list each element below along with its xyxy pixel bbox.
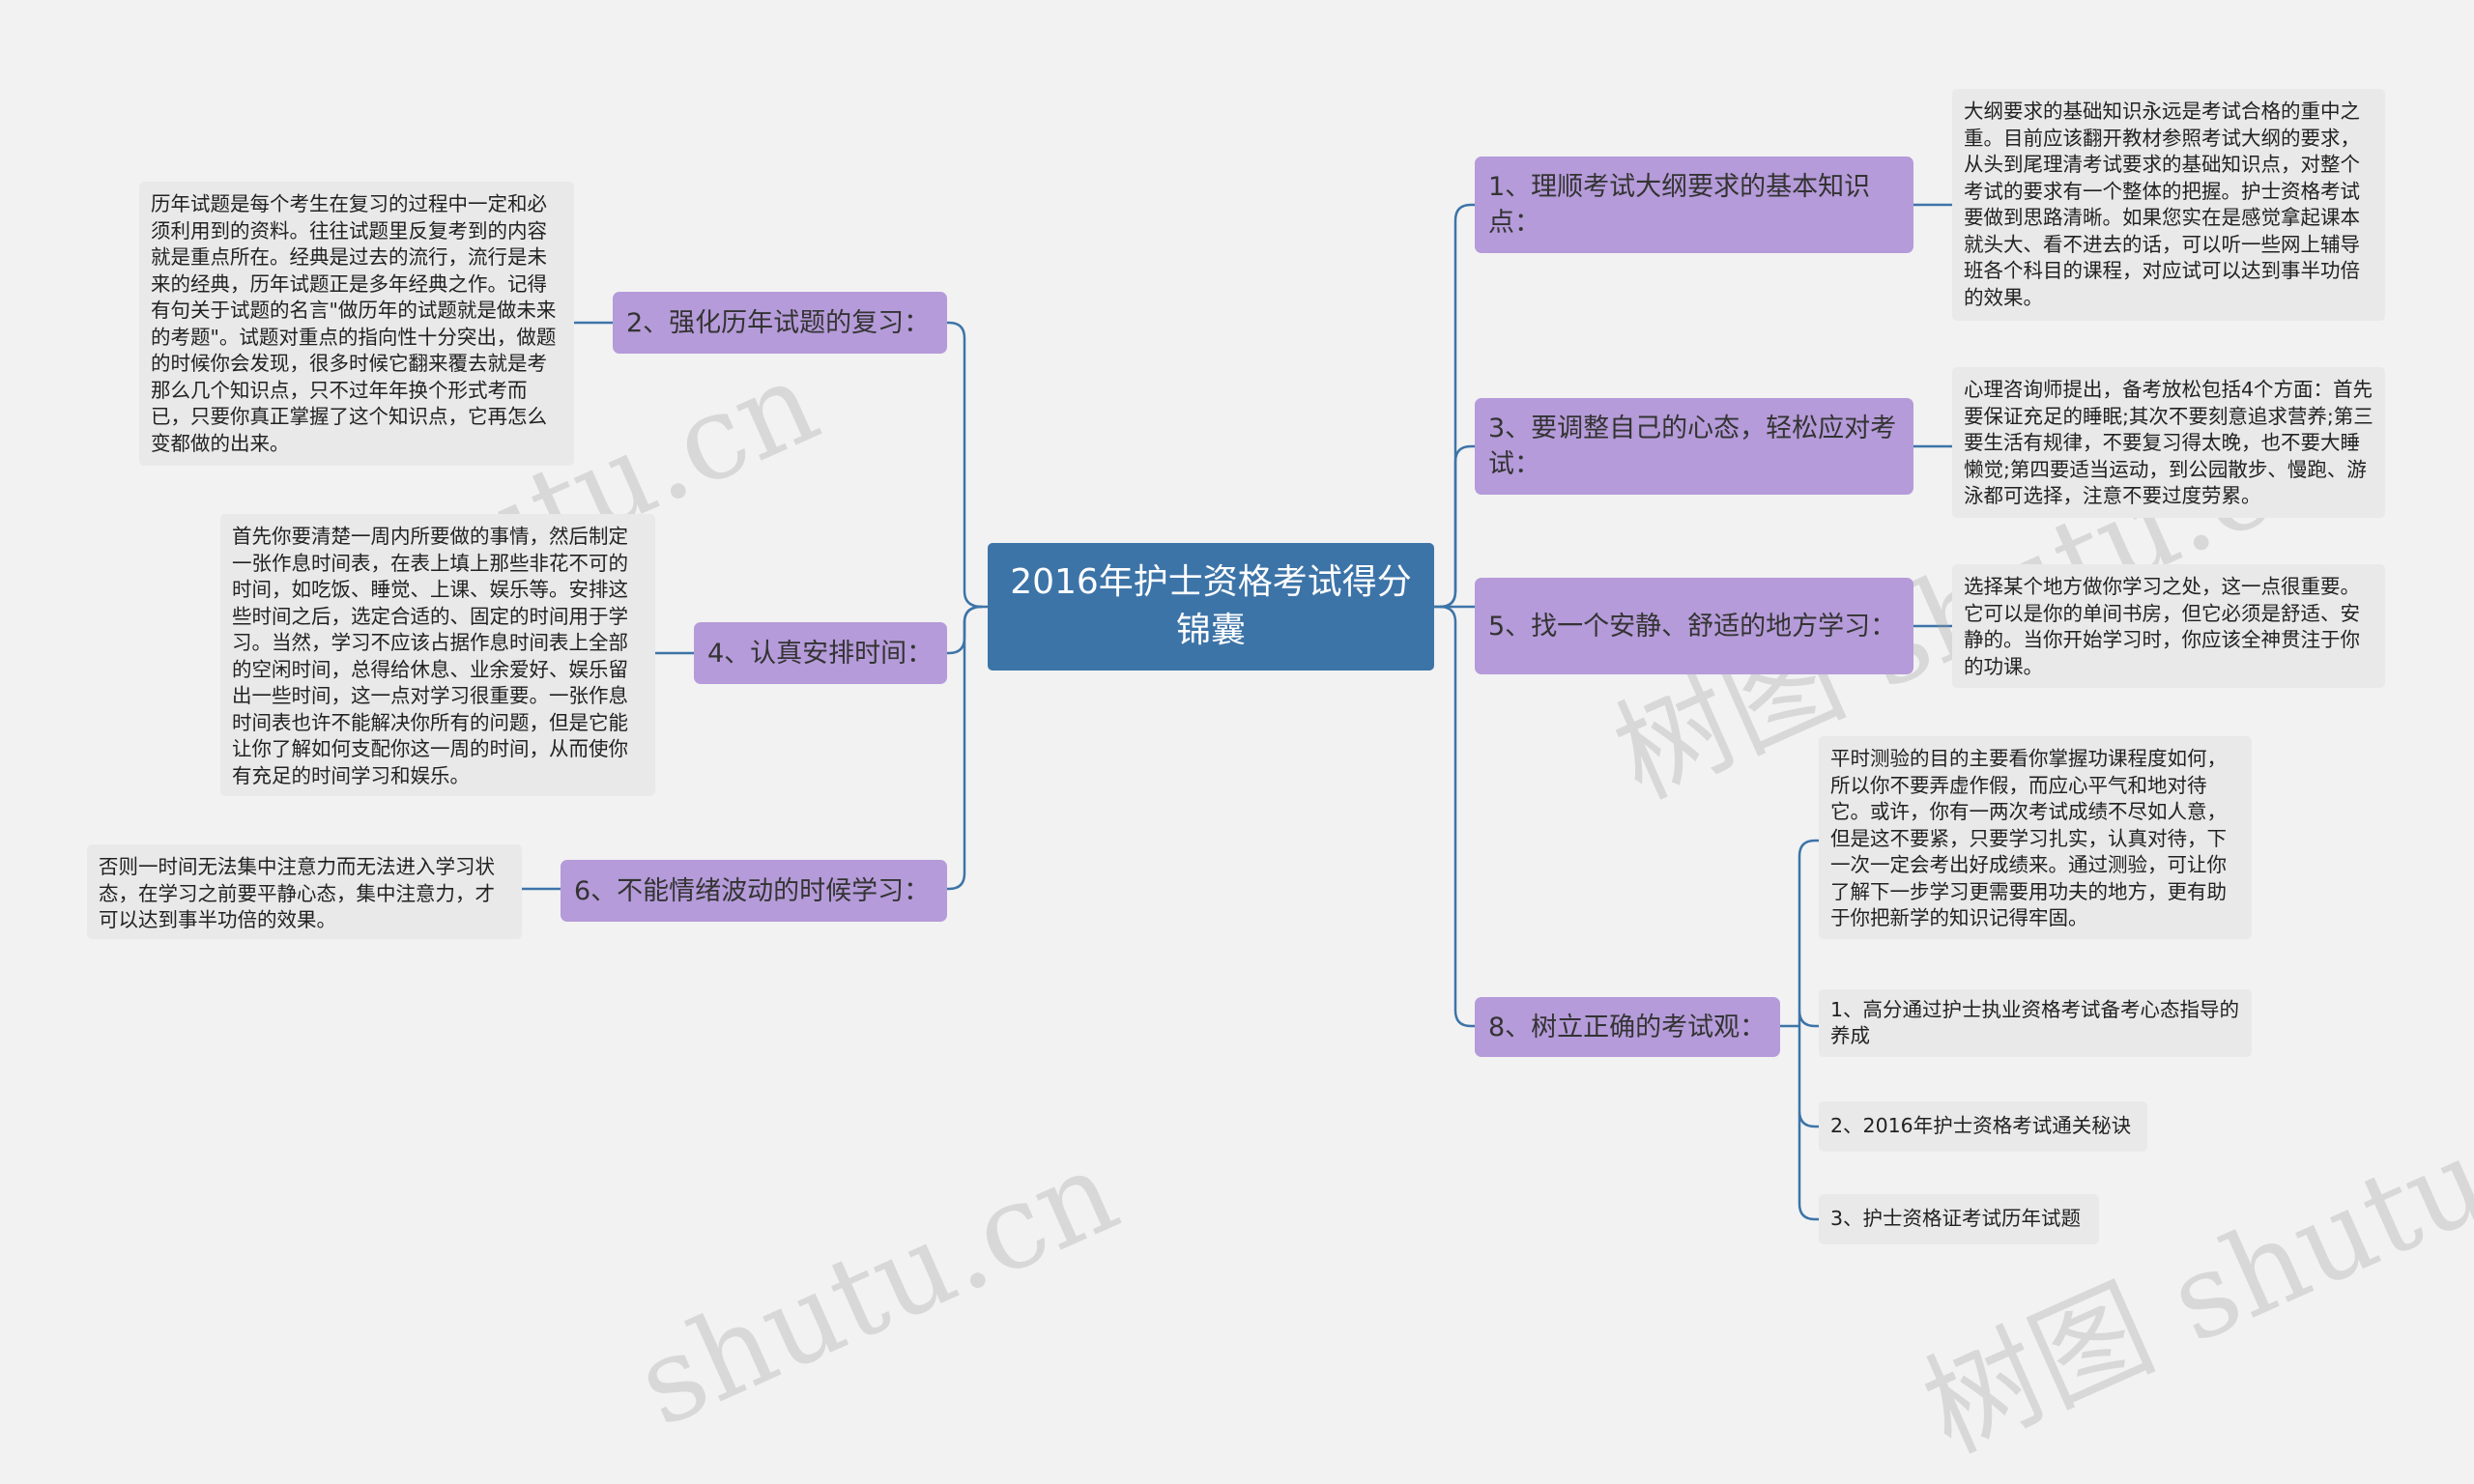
branch-6[interactable]: 6、不能情绪波动的时候学习： [561,860,947,922]
branch-6-label: 6、不能情绪波动的时候学习： [574,875,931,906]
leaf-branch-4-text: 首先你要清楚一周内所要做的事情，然后制定一张作息时间表，在表上填上那些非花不可的… [232,525,628,787]
leaf-branch-3-text: 心理咨询师提出，备考放松包括4个方面：首先要保证充足的睡眠;其次不要刻意追求营养… [1964,378,2373,507]
leaf-branch-8: 平时测验的目的主要看你掌握功课程度如何，所以你不要弄虚作假，而应心平气和地对待它… [1819,736,2252,939]
related-link-2[interactable]: 2、2016年护士资格考试通关秘诀 [1819,1101,2147,1152]
branch-5-label: 5、找一个安静、舒适的地方学习： [1488,611,1897,642]
link-root-b6 [947,605,983,891]
leaf-branch-1: 大纲要求的基础知识永远是考试合格的重中之重。目前应该翻开教材参照考试大纲的要求，… [1952,89,2385,321]
leaf-branch-2: 历年试题是每个考生在复习的过程中一定和必须利用到的资料。往往试题里反复考到的内容… [139,182,574,466]
branch-2-label: 2、强化历年试题的复习： [626,307,931,338]
root-title: 2016年护士资格考试得分锦囊 [1010,562,1412,650]
branch-8-label: 8、树立正确的考试观： [1488,1012,1767,1042]
branch-2[interactable]: 2、强化历年试题的复习： [613,292,947,354]
leaf-branch-3: 心理咨询师提出，备考放松包括4个方面：首先要保证充足的睡眠;其次不要刻意追求营养… [1952,367,2385,518]
related-link-3-text: 3、护士资格证考试历年试题 [1830,1207,2082,1231]
branch-8[interactable]: 8、树立正确的考试观： [1475,997,1780,1057]
leaf-branch-5-text: 选择某个地方做你学习之处，这一点很重要。它可以是你的单间书房，但它必须是舒适、安… [1964,575,2360,678]
branch-1[interactable]: 1、理顺考试大纲要求的基本知识点： [1475,157,1913,253]
branch-3-label: 3、要调整自己的心态，轻松应对考试： [1488,414,1897,479]
leaf-branch-4: 首先你要清楚一周内所要做的事情，然后制定一张作息时间表，在表上填上那些非花不可的… [220,514,655,796]
link-root-b2 [947,321,988,609]
leaf-branch-6-text: 否则一时间无法集中注意力而无法进入学习状态，在学习之前要平静心态，集中注意力，才… [99,855,495,931]
leaf-branch-5: 选择某个地方做你学习之处，这一点很重要。它可以是你的单间书房，但它必须是舒适、安… [1952,564,2385,688]
related-link-1[interactable]: 1、高分通过护士执业资格考试备考心态指导的养成 [1819,989,2252,1057]
link-b8-bus [1780,839,1819,1221]
link-root-b8 [1439,605,1475,1028]
branch-4[interactable]: 4、认真安排时间： [694,622,947,684]
mindmap-canvas: shutu.cn 树图 shutu.cn shutu.cn 树图 shutu.c… [0,0,2474,1478]
leaf-branch-6: 否则一时间无法集中注意力而无法进入学习状态，在学习之前要平静心态，集中注意力，才… [87,844,522,939]
root-topic[interactable]: 2016年护士资格考试得分锦囊 [988,543,1434,671]
link-root-b3 [1439,444,1475,609]
leaf-branch-1-text: 大纲要求的基础知识永远是考试合格的重中之重。目前应该翻开教材参照考试大纲的要求，… [1964,100,2360,309]
leaf-branch-8-text: 平时测验的目的主要看你掌握功课程度如何，所以你不要弄虚作假，而应心平气和地对待它… [1830,747,2227,929]
branch-3[interactable]: 3、要调整自己的心态，轻松应对考试： [1475,398,1913,495]
branch-4-label: 4、认真安排时间： [707,638,934,669]
related-link-3[interactable]: 3、护士资格证考试历年试题 [1819,1194,2099,1244]
leaf-branch-2-text: 历年试题是每个考生在复习的过程中一定和必须利用到的资料。往往试题里反复考到的内容… [151,192,557,455]
related-link-1-text: 1、高分通过护士执业资格考试备考心态指导的养成 [1830,997,2240,1048]
related-link-2-text: 2、2016年护士资格考试通关秘诀 [1830,1114,2132,1138]
branch-5[interactable]: 5、找一个安静、舒适的地方学习： [1475,578,1913,674]
branch-1-label: 1、理顺考试大纲要求的基本知识点： [1488,172,1871,238]
